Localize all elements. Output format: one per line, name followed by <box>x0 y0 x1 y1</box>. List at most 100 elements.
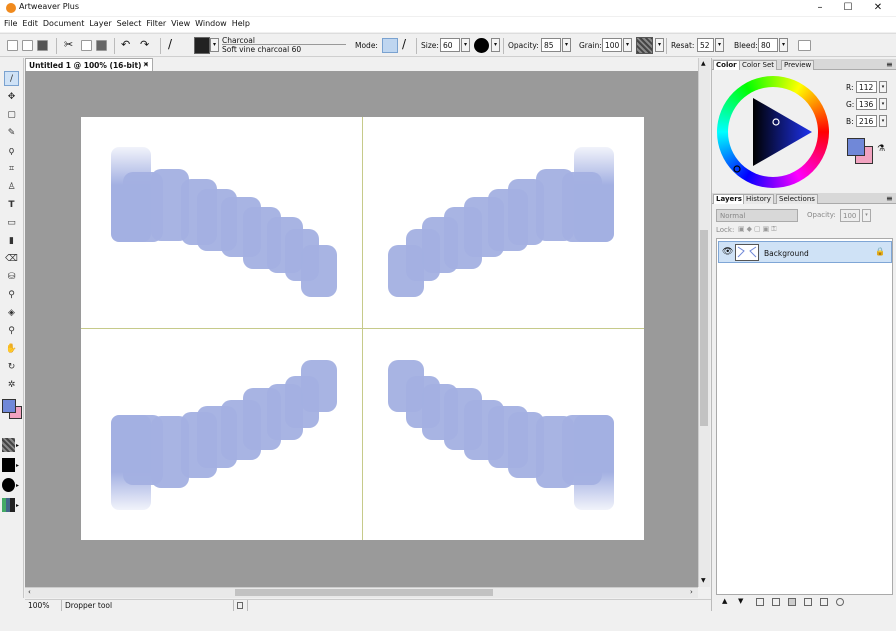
rectangle-select-icon[interactable]: ▢ <box>4 107 19 122</box>
brush-settings-icon[interactable] <box>798 40 811 51</box>
paper-texture-dropdown[interactable]: ▾ <box>655 38 664 52</box>
brush-tool-icon[interactable]: / <box>168 37 172 51</box>
brush-tool-icon[interactable]: / <box>4 71 19 86</box>
brush-shape-icon[interactable] <box>474 38 489 53</box>
brush-preset-icon[interactable] <box>194 37 210 54</box>
new-layer-icon[interactable] <box>756 598 764 606</box>
tab-layers[interactable]: Layers <box>713 194 745 204</box>
green-dropdown[interactable]: ▾ <box>879 98 887 110</box>
open-document-icon[interactable] <box>22 40 33 51</box>
opacity-input[interactable]: 85 <box>541 38 561 52</box>
shape-tool-icon[interactable]: ▭ <box>4 215 19 230</box>
move-layer-up-icon[interactable]: ▲ <box>722 597 727 605</box>
undo-icon[interactable]: ↶ <box>121 38 130 51</box>
pen-tool-icon[interactable]: ✎ <box>4 125 19 140</box>
move-layer-down-icon[interactable]: ▼ <box>738 597 743 605</box>
resat-dropdown[interactable]: ▾ <box>715 38 724 52</box>
cut-icon[interactable]: ✂ <box>64 38 73 51</box>
menu-filter[interactable]: Filter <box>146 17 171 32</box>
menu-file[interactable]: File <box>4 17 22 32</box>
layer-opacity-dropdown[interactable]: ▾ <box>862 209 871 222</box>
zoom-tool-icon[interactable]: ⚲ <box>4 323 19 338</box>
scroll-up-icon[interactable]: ▲ <box>701 60 706 67</box>
fill-tool-icon[interactable]: ⛁ <box>4 269 19 284</box>
vertical-scroll-thumb[interactable] <box>700 230 708 426</box>
grain-input[interactable]: 100 <box>602 38 622 52</box>
foreground-color-swatch[interactable] <box>2 399 16 413</box>
red-dropdown[interactable]: ▾ <box>879 81 887 93</box>
menu-layer[interactable]: Layer <box>89 17 116 32</box>
brush-preset-dropdown[interactable]: ▾ <box>210 38 219 52</box>
panel-foreground-swatch[interactable] <box>847 138 865 156</box>
panel-menu-icon[interactable]: ≡ <box>884 194 895 204</box>
scroll-right-icon[interactable]: › <box>690 588 693 596</box>
paper-dropdown-icon[interactable]: ▸ <box>16 442 19 449</box>
close-button[interactable]: ✕ <box>866 1 890 15</box>
paper-texture-icon[interactable] <box>636 37 653 54</box>
tab-history[interactable]: History <box>743 194 774 204</box>
merge-layer-icon[interactable] <box>804 598 812 606</box>
brush-tip-swatch[interactable] <box>2 478 15 492</box>
mirror-tool-icon[interactable]: ✲ <box>4 377 19 392</box>
hand-tool-icon[interactable]: ✋ <box>4 341 19 356</box>
paper-texture-swatch[interactable] <box>2 438 15 452</box>
pattern-dropdown-icon[interactable]: ▸ <box>16 462 19 469</box>
menu-help[interactable]: Help <box>232 17 255 32</box>
stamp-tool-icon[interactable]: ♙ <box>4 179 19 194</box>
new-document-icon[interactable] <box>7 40 18 51</box>
layer-opacity-input[interactable]: 100 <box>840 209 860 222</box>
color-wheel[interactable] <box>717 76 829 188</box>
horizontal-scroll-thumb[interactable] <box>235 589 493 596</box>
red-input[interactable]: 112 <box>856 81 877 93</box>
document-tab[interactable]: Untitled 1 @ 100% (16-bit) * ✕ <box>25 58 153 71</box>
size-dropdown[interactable]: ▾ <box>461 38 470 52</box>
opacity-dropdown[interactable]: ▾ <box>562 38 571 52</box>
redo-icon[interactable]: ↷ <box>140 38 149 51</box>
brush-tip-dropdown-icon[interactable]: ▸ <box>16 482 19 489</box>
mode-buildup-button[interactable] <box>382 38 398 53</box>
duplicate-layer-icon[interactable] <box>772 598 780 606</box>
menu-select[interactable]: Select <box>117 17 147 32</box>
grain-dropdown[interactable]: ▾ <box>623 38 632 52</box>
pattern-swatch[interactable] <box>2 458 15 472</box>
visibility-eye-icon[interactable]: 👁 <box>722 247 733 257</box>
layer-lock-icon[interactable]: 🔒 <box>875 247 885 256</box>
minimize-button[interactable]: – <box>808 1 832 15</box>
copy-icon[interactable] <box>81 40 92 51</box>
bleed-dropdown[interactable]: ▾ <box>779 38 788 52</box>
dropper-tool-icon[interactable]: ⚲ <box>4 287 19 302</box>
tab-color[interactable]: Color <box>713 60 740 70</box>
green-input[interactable]: 136 <box>856 98 877 110</box>
paste-icon[interactable] <box>96 40 107 51</box>
menu-edit[interactable]: Edit <box>22 17 43 32</box>
close-tab-icon[interactable]: ✕ <box>143 60 149 69</box>
eyedropper-icon[interactable]: ⚗ <box>877 144 885 154</box>
save-icon[interactable] <box>37 40 48 51</box>
tab-selections[interactable]: Selections <box>776 194 818 204</box>
gradient-dropdown-icon[interactable]: ▸ <box>16 502 19 509</box>
gradient-tool-icon[interactable]: ▮ <box>4 233 19 248</box>
layer-row[interactable]: 👁 Background 🔒 <box>718 241 892 263</box>
scroll-down-icon[interactable]: ▼ <box>701 577 706 584</box>
mode-cover-button[interactable]: / <box>402 37 406 51</box>
paint-bucket-icon[interactable]: ◈ <box>4 305 19 320</box>
blue-input[interactable]: 216 <box>856 115 877 127</box>
rotate-tool-icon[interactable]: ↻ <box>4 359 19 374</box>
delete-layer-icon[interactable] <box>836 598 844 606</box>
layer-properties-icon[interactable] <box>820 598 828 606</box>
blue-dropdown[interactable]: ▾ <box>879 115 887 127</box>
menu-window[interactable]: Window <box>195 17 232 32</box>
panel-menu-icon[interactable]: ≡ <box>884 60 895 70</box>
bleed-input[interactable]: 80 <box>758 38 778 52</box>
menu-view[interactable]: View <box>171 17 195 32</box>
brush-shape-dropdown[interactable]: ▾ <box>491 38 500 52</box>
menu-document[interactable]: Document <box>43 17 89 32</box>
move-tool-icon[interactable]: ✥ <box>4 89 19 104</box>
drawing-canvas[interactable] <box>81 117 644 540</box>
tab-color-set[interactable]: Color Set <box>739 60 777 70</box>
eraser-tool-icon[interactable]: ⌫ <box>4 251 19 266</box>
gradient-swatch[interactable] <box>2 498 15 512</box>
lock-options-icon[interactable]: ▣◆▢▣⚿ <box>738 225 779 234</box>
layer-mask-icon[interactable] <box>788 598 796 606</box>
crop-tool-icon[interactable]: ⌗ <box>4 161 19 176</box>
